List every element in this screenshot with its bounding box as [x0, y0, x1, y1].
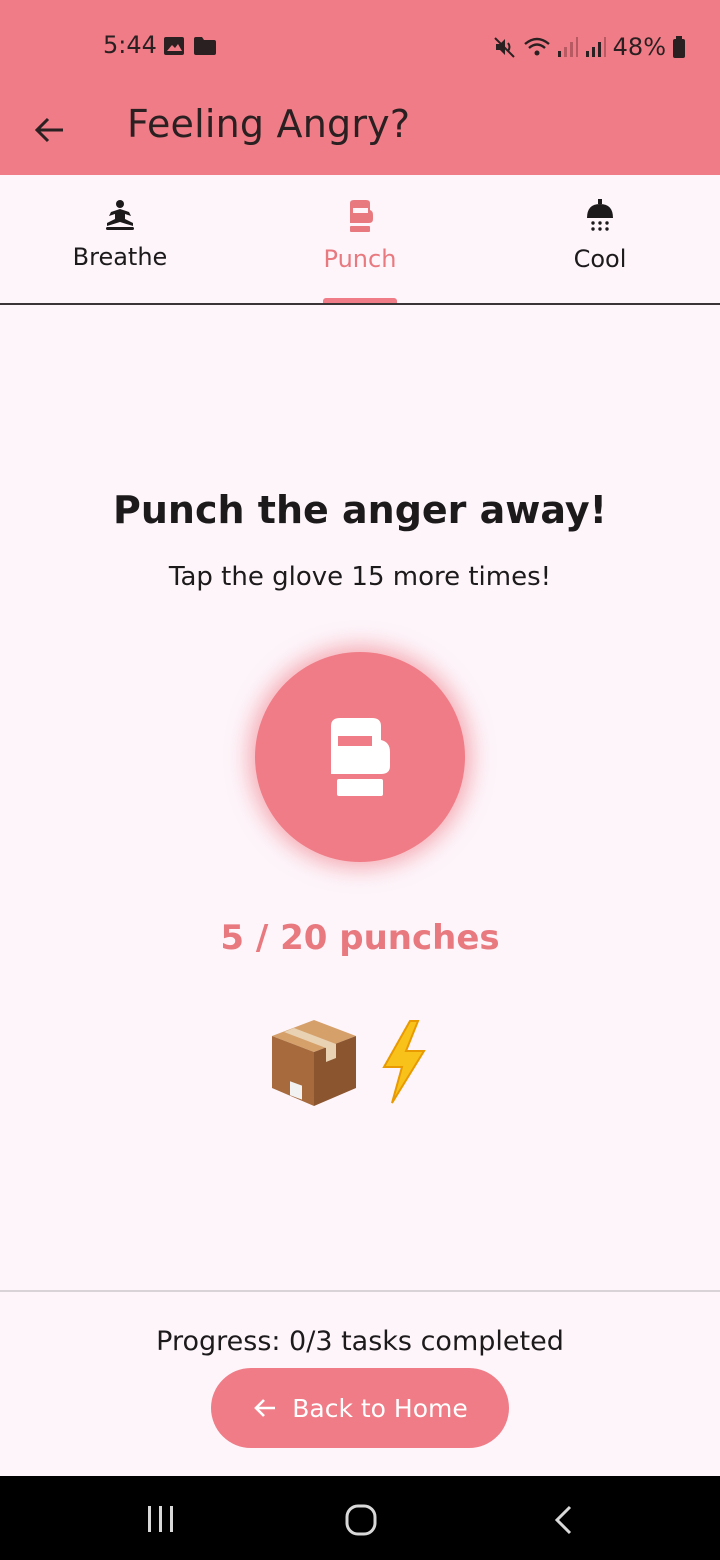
lightning-icon	[382, 1020, 426, 1104]
bottom-panel: Progress: 0/3 tasks completed Back to Ho…	[0, 1290, 720, 1478]
back-to-home-label: Back to Home	[292, 1393, 468, 1423]
tab-label: Breathe	[72, 243, 168, 271]
folder-icon	[194, 37, 216, 55]
system-nav-bar	[0, 1476, 720, 1560]
back-to-home-button[interactable]: Back to Home	[211, 1368, 509, 1448]
shower-icon	[587, 199, 613, 231]
app-bar: Feeling Angry?	[0, 92, 720, 175]
page-title: Feeling Angry?	[127, 102, 411, 146]
battery-icon	[673, 36, 685, 58]
wifi-icon	[523, 37, 550, 56]
reward-emojis	[270, 1012, 450, 1112]
home-nav-icon[interactable]	[344, 1504, 378, 1536]
tab-cool[interactable]: Cool	[480, 175, 720, 303]
gallery-icon	[164, 37, 184, 55]
status-bar: 5:44 48%	[0, 0, 720, 92]
tab-breathe[interactable]: Breathe	[0, 175, 240, 303]
activity-instruction: Tap the glove 15 more times!	[168, 562, 552, 592]
signal-weak-icon	[557, 37, 578, 57]
signal-icon	[585, 37, 606, 57]
battery-percent: 48%	[612, 33, 666, 61]
boxing-glove-icon	[331, 718, 390, 796]
activity-title: Punch the anger away!	[113, 488, 607, 532]
punch-counter: 5 / 20 punches	[220, 918, 500, 958]
progress-text: Progress: 0/3 tasks completed	[156, 1326, 564, 1357]
tab-punch[interactable]: Punch	[240, 175, 480, 303]
mute-icon	[493, 37, 515, 58]
package-icon	[272, 1020, 356, 1106]
meditation-icon	[106, 200, 134, 230]
back-arrow-icon[interactable]	[30, 110, 70, 150]
recent-apps-icon[interactable]	[145, 1504, 177, 1534]
tab-label: Punch	[323, 245, 397, 273]
back-nav-icon[interactable]	[552, 1504, 576, 1536]
active-tab-indicator	[323, 298, 397, 303]
tab-label: Cool	[573, 245, 627, 273]
arrow-left-icon	[254, 1399, 276, 1417]
punch-button[interactable]	[255, 652, 465, 862]
boxing-glove-icon	[350, 200, 373, 232]
status-time: 5:44	[103, 31, 157, 59]
tab-bar: Breathe Punch Cool	[0, 175, 720, 305]
